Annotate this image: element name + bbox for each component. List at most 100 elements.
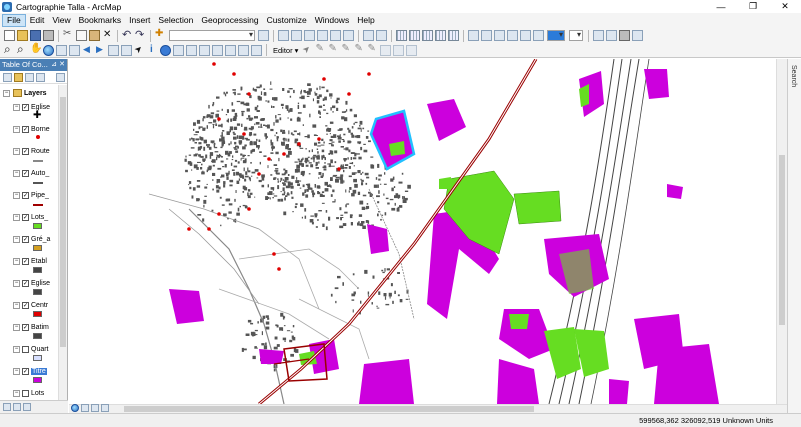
- time-slider-icon[interactable]: [238, 44, 249, 56]
- snapping-icon[interactable]: [363, 30, 374, 41]
- collapse-icon[interactable]: −: [13, 323, 20, 331]
- map-canvas[interactable]: [69, 59, 787, 404]
- identify-icon[interactable]: [147, 44, 158, 56]
- layer-name[interactable]: Gré_a: [31, 236, 50, 243]
- map-hscroll-thumb[interactable]: [124, 406, 534, 412]
- layer-visibility-checkbox[interactable]: ✓: [22, 301, 29, 309]
- grid-tool-icon[interactable]: [396, 30, 407, 41]
- list-by-drawing-order-icon[interactable]: [3, 72, 12, 82]
- attributes-icon[interactable]: [380, 44, 392, 56]
- layer-name[interactable]: Centr: [31, 302, 48, 309]
- toc-layer-row[interactable]: − ✓ Gré_a: [13, 234, 50, 244]
- layout-tool-icon[interactable]: [481, 30, 492, 41]
- close-button[interactable]: ✕: [769, 0, 801, 13]
- menu-insert[interactable]: Insert: [125, 14, 154, 27]
- new-document-icon[interactable]: [4, 30, 15, 41]
- map-horizontal-scrollbar[interactable]: [69, 404, 787, 413]
- save-icon[interactable]: [30, 30, 41, 41]
- paste-icon[interactable]: [89, 30, 100, 41]
- toc-layer-row[interactable]: − ✓ Etabl: [13, 256, 47, 266]
- layer-visibility-checkbox[interactable]: ✓: [22, 367, 29, 375]
- menu-view[interactable]: View: [48, 14, 74, 27]
- find-route-icon[interactable]: [212, 44, 223, 56]
- toc-root[interactable]: − Layers: [3, 88, 47, 98]
- layer-name[interactable]: Quart: [31, 346, 49, 353]
- layer-name[interactable]: Auto_: [31, 170, 49, 177]
- copy-icon[interactable]: [76, 30, 87, 41]
- layer-visibility-checkbox[interactable]: ✓: [22, 235, 29, 243]
- fixed-zoom-out-icon[interactable]: [69, 44, 80, 56]
- draw-tool-icon[interactable]: [593, 30, 604, 41]
- viewer-window-icon[interactable]: [251, 44, 262, 56]
- draw-tool-icon[interactable]: [606, 30, 617, 41]
- grid-tool-icon[interactable]: [422, 30, 433, 41]
- layout-tool-icon[interactable]: [507, 30, 518, 41]
- color-picker-combo[interactable]: [547, 30, 565, 41]
- layer-visibility-checkbox[interactable]: ✓: [22, 257, 29, 265]
- arctoolbox-icon[interactable]: [317, 30, 328, 41]
- toc-layer-row[interactable]: − ✓ Borne: [13, 124, 50, 134]
- layer-visibility-checkbox[interactable]: ✓: [22, 323, 29, 331]
- select-elements-icon[interactable]: [134, 45, 145, 56]
- style-combo[interactable]: [569, 30, 583, 41]
- collapse-icon[interactable]: −: [13, 213, 20, 221]
- printer-icon[interactable]: [619, 30, 630, 41]
- layer-name[interactable]: Eglise: [31, 280, 50, 287]
- toc-layer-row[interactable]: − ✓ Route: [13, 146, 50, 156]
- modelbuilder-icon[interactable]: [343, 30, 354, 41]
- zoom-out-icon[interactable]: [17, 42, 28, 57]
- toc-layer-row[interactable]: − ✓ Lots_: [13, 212, 48, 222]
- full-extent-icon[interactable]: [43, 44, 54, 56]
- sketch-properties-icon[interactable]: [393, 44, 405, 56]
- toc-tab-icon[interactable]: [23, 403, 31, 411]
- go-to-xy-icon[interactable]: [225, 44, 236, 56]
- layer-visibility-checkbox[interactable]: ✓: [22, 125, 29, 133]
- menu-help[interactable]: Help: [353, 14, 378, 27]
- layer-name[interactable]: Batim: [31, 324, 49, 331]
- html-popup-icon[interactable]: [173, 44, 184, 56]
- list-by-visibility-icon[interactable]: [25, 72, 34, 82]
- menu-selection[interactable]: Selection: [154, 14, 197, 27]
- split-icon[interactable]: [354, 43, 365, 56]
- toc-layer-row[interactable]: − ✓ Eglise: [13, 278, 50, 288]
- layout-tool-icon[interactable]: [494, 30, 505, 41]
- toc-layer-row[interactable]: − ✓ Eglise: [13, 102, 50, 112]
- georef-icon[interactable]: [376, 30, 387, 41]
- layer-name[interactable]: Etabl: [31, 258, 47, 265]
- layer-visibility-checkbox[interactable]: [22, 389, 29, 397]
- grid-tool-icon[interactable]: [409, 30, 420, 41]
- collapse-icon[interactable]: −: [13, 301, 20, 309]
- clear-selection-icon[interactable]: [121, 44, 132, 56]
- search-tab[interactable]: Search: [790, 65, 797, 87]
- layer-visibility-checkbox[interactable]: ✓: [22, 279, 29, 287]
- grid-tool-icon[interactable]: [435, 30, 446, 41]
- layer-name[interactable]: Lots_: [31, 214, 48, 221]
- go-forward-icon[interactable]: [95, 44, 106, 56]
- zoom-in-icon[interactable]: [4, 42, 15, 57]
- editor-menu[interactable]: Editor ▾: [273, 46, 298, 55]
- edit-tool-icon[interactable]: [302, 45, 313, 56]
- layer-visibility-checkbox[interactable]: ✓: [22, 191, 29, 199]
- select-features-icon[interactable]: [108, 44, 119, 56]
- hyperlink-icon[interactable]: [160, 44, 171, 56]
- layer-visibility-checkbox[interactable]: ✓: [22, 213, 29, 221]
- measure-icon[interactable]: [186, 44, 197, 56]
- layer-name[interactable]: Borne: [31, 126, 50, 133]
- toc-window-icon[interactable]: [278, 30, 289, 41]
- collapse-icon[interactable]: −: [13, 235, 20, 243]
- toc-layer-row[interactable]: − ✓ Titre: [13, 366, 47, 376]
- menu-geoprocessing[interactable]: Geoprocessing: [197, 14, 262, 27]
- edit-vertices-icon[interactable]: [315, 43, 326, 56]
- close-icon[interactable]: ✕: [59, 59, 65, 71]
- find-icon[interactable]: [199, 44, 210, 56]
- rotate-icon[interactable]: [367, 43, 378, 56]
- toc-tab-icon[interactable]: [3, 403, 11, 411]
- toc-tab-icon[interactable]: [13, 403, 21, 411]
- layer-visibility-checkbox[interactable]: ✓: [22, 147, 29, 155]
- menu-bookmarks[interactable]: Bookmarks: [75, 14, 126, 27]
- map-drawing[interactable]: [69, 59, 787, 404]
- pin-icon[interactable]: ⊿: [51, 59, 57, 71]
- minimize-button[interactable]: —: [705, 0, 737, 13]
- collapse-icon[interactable]: −: [13, 191, 20, 199]
- list-by-source-icon[interactable]: [14, 72, 23, 82]
